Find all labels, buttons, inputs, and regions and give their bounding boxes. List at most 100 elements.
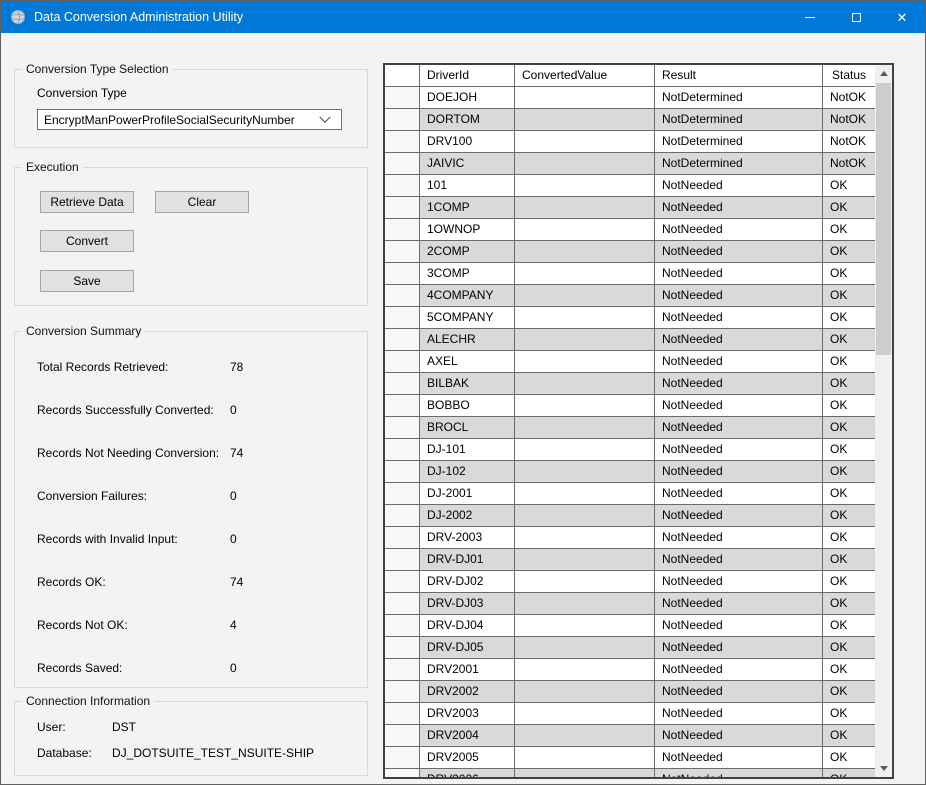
grid-row[interactable]: DOEJOHNotDeterminedNotOK bbox=[385, 87, 875, 109]
grid-row[interactable]: DRV-DJ02NotNeededOK bbox=[385, 571, 875, 593]
row-header-cell[interactable] bbox=[385, 527, 420, 548]
result-cell[interactable]: NotNeeded bbox=[655, 681, 823, 702]
result-cell[interactable]: NotNeeded bbox=[655, 439, 823, 460]
driverid-cell[interactable]: JAIVIC bbox=[420, 153, 515, 174]
grid-row[interactable]: DRV2005NotNeededOK bbox=[385, 747, 875, 769]
result-cell[interactable]: NotNeeded bbox=[655, 395, 823, 416]
row-header-cell[interactable] bbox=[385, 505, 420, 526]
result-cell[interactable]: NotNeeded bbox=[655, 593, 823, 614]
row-header-cell[interactable] bbox=[385, 659, 420, 680]
maximize-button[interactable] bbox=[833, 1, 879, 33]
convertedvalue-cell[interactable] bbox=[515, 483, 655, 504]
grid-row[interactable]: 5COMPANYNotNeededOK bbox=[385, 307, 875, 329]
driverid-cell[interactable]: 4COMPANY bbox=[420, 285, 515, 306]
status-cell[interactable]: OK bbox=[823, 175, 875, 196]
convertedvalue-cell[interactable] bbox=[515, 329, 655, 350]
driverid-cell[interactable]: DRV-DJ04 bbox=[420, 615, 515, 636]
convertedvalue-cell[interactable] bbox=[515, 593, 655, 614]
convertedvalue-cell[interactable] bbox=[515, 681, 655, 702]
convertedvalue-cell[interactable] bbox=[515, 747, 655, 768]
grid-row[interactable]: DRV2006NotNeededOK bbox=[385, 769, 875, 777]
result-cell[interactable]: NotNeeded bbox=[655, 769, 823, 777]
driverid-cell[interactable]: DRV-2003 bbox=[420, 527, 515, 548]
status-cell[interactable]: OK bbox=[823, 681, 875, 702]
status-cell[interactable]: OK bbox=[823, 593, 875, 614]
grid-row[interactable]: DRV-DJ01NotNeededOK bbox=[385, 549, 875, 571]
status-cell[interactable]: OK bbox=[823, 197, 875, 218]
convertedvalue-cell[interactable] bbox=[515, 263, 655, 284]
driverid-cell[interactable]: DRV100 bbox=[420, 131, 515, 152]
driverid-cell[interactable]: 1OWNOP bbox=[420, 219, 515, 240]
close-button[interactable]: ✕ bbox=[879, 1, 925, 33]
convertedvalue-cell[interactable] bbox=[515, 109, 655, 130]
result-cell[interactable]: NotNeeded bbox=[655, 351, 823, 372]
convertedvalue-cell[interactable] bbox=[515, 351, 655, 372]
driverid-cell[interactable]: DRV2003 bbox=[420, 703, 515, 724]
driverid-cell[interactable]: DJ-101 bbox=[420, 439, 515, 460]
status-cell[interactable]: OK bbox=[823, 527, 875, 548]
result-cell[interactable]: NotNeeded bbox=[655, 241, 823, 262]
driverid-cell[interactable]: DRV-DJ05 bbox=[420, 637, 515, 658]
convertedvalue-cell[interactable] bbox=[515, 527, 655, 548]
grid-row[interactable]: BOBBONotNeededOK bbox=[385, 395, 875, 417]
result-cell[interactable]: NotNeeded bbox=[655, 175, 823, 196]
result-cell[interactable]: NotNeeded bbox=[655, 307, 823, 328]
convertedvalue-cell[interactable] bbox=[515, 725, 655, 746]
convertedvalue-cell[interactable] bbox=[515, 615, 655, 636]
convertedvalue-cell[interactable] bbox=[515, 131, 655, 152]
status-cell[interactable]: NotOK bbox=[823, 153, 875, 174]
driverid-cell[interactable]: DRV-DJ03 bbox=[420, 593, 515, 614]
driverid-cell[interactable]: DJ-102 bbox=[420, 461, 515, 482]
row-header-cell[interactable] bbox=[385, 131, 420, 152]
row-header-cell[interactable] bbox=[385, 417, 420, 438]
row-header-cell[interactable] bbox=[385, 637, 420, 658]
result-cell[interactable]: NotNeeded bbox=[655, 527, 823, 548]
status-cell[interactable]: OK bbox=[823, 461, 875, 482]
status-cell[interactable]: OK bbox=[823, 373, 875, 394]
scroll-down-button[interactable] bbox=[875, 760, 892, 777]
driverid-cell[interactable]: ALECHR bbox=[420, 329, 515, 350]
convertedvalue-cell[interactable] bbox=[515, 307, 655, 328]
row-header-cell[interactable] bbox=[385, 461, 420, 482]
driverid-cell[interactable]: DOEJOH bbox=[420, 87, 515, 108]
convertedvalue-cell[interactable] bbox=[515, 571, 655, 592]
scrollbar-thumb[interactable] bbox=[876, 83, 891, 355]
driverid-cell[interactable]: DRV-DJ01 bbox=[420, 549, 515, 570]
convertedvalue-cell[interactable] bbox=[515, 769, 655, 777]
title-bar[interactable]: Data Conversion Administration Utility ✕ bbox=[1, 1, 925, 33]
result-cell[interactable]: NotNeeded bbox=[655, 637, 823, 658]
grid-row[interactable]: DJ-102 NotNeededOK bbox=[385, 461, 875, 483]
save-button[interactable]: Save bbox=[40, 270, 134, 292]
grid-row[interactable]: 4COMPANYNotNeededOK bbox=[385, 285, 875, 307]
grid-row[interactable]: DRV-2003 NotNeededOK bbox=[385, 527, 875, 549]
convertedvalue-cell[interactable] bbox=[515, 373, 655, 394]
row-header-cell[interactable] bbox=[385, 703, 420, 724]
result-cell[interactable]: NotNeeded bbox=[655, 263, 823, 284]
grid-row[interactable]: DRV2003NotNeededOK bbox=[385, 703, 875, 725]
row-header-cell[interactable] bbox=[385, 747, 420, 768]
row-header-cell[interactable] bbox=[385, 593, 420, 614]
row-header-cell[interactable] bbox=[385, 439, 420, 460]
convertedvalue-cell[interactable] bbox=[515, 439, 655, 460]
result-cell[interactable]: NotNeeded bbox=[655, 461, 823, 482]
column-header-status[interactable]: Status bbox=[823, 65, 875, 86]
status-cell[interactable]: OK bbox=[823, 241, 875, 262]
status-cell[interactable]: OK bbox=[823, 395, 875, 416]
convertedvalue-cell[interactable] bbox=[515, 637, 655, 658]
row-header-cell[interactable] bbox=[385, 263, 420, 284]
result-cell[interactable]: NotDetermined bbox=[655, 131, 823, 152]
grid-row[interactable]: DRV-DJ05NotNeededOK bbox=[385, 637, 875, 659]
convertedvalue-cell[interactable] bbox=[515, 175, 655, 196]
result-cell[interactable]: NotNeeded bbox=[655, 659, 823, 680]
status-cell[interactable]: OK bbox=[823, 505, 875, 526]
row-header-cell[interactable] bbox=[385, 175, 420, 196]
status-cell[interactable]: OK bbox=[823, 769, 875, 777]
convertedvalue-cell[interactable] bbox=[515, 197, 655, 218]
status-cell[interactable]: NotOK bbox=[823, 131, 875, 152]
convertedvalue-cell[interactable] bbox=[515, 505, 655, 526]
column-header-convertedvalue[interactable]: ConvertedValue bbox=[515, 65, 655, 86]
status-cell[interactable]: OK bbox=[823, 571, 875, 592]
grid-row[interactable]: DRV100 NotDeterminedNotOK bbox=[385, 131, 875, 153]
row-header-cell[interactable] bbox=[385, 219, 420, 240]
status-cell[interactable]: OK bbox=[823, 351, 875, 372]
